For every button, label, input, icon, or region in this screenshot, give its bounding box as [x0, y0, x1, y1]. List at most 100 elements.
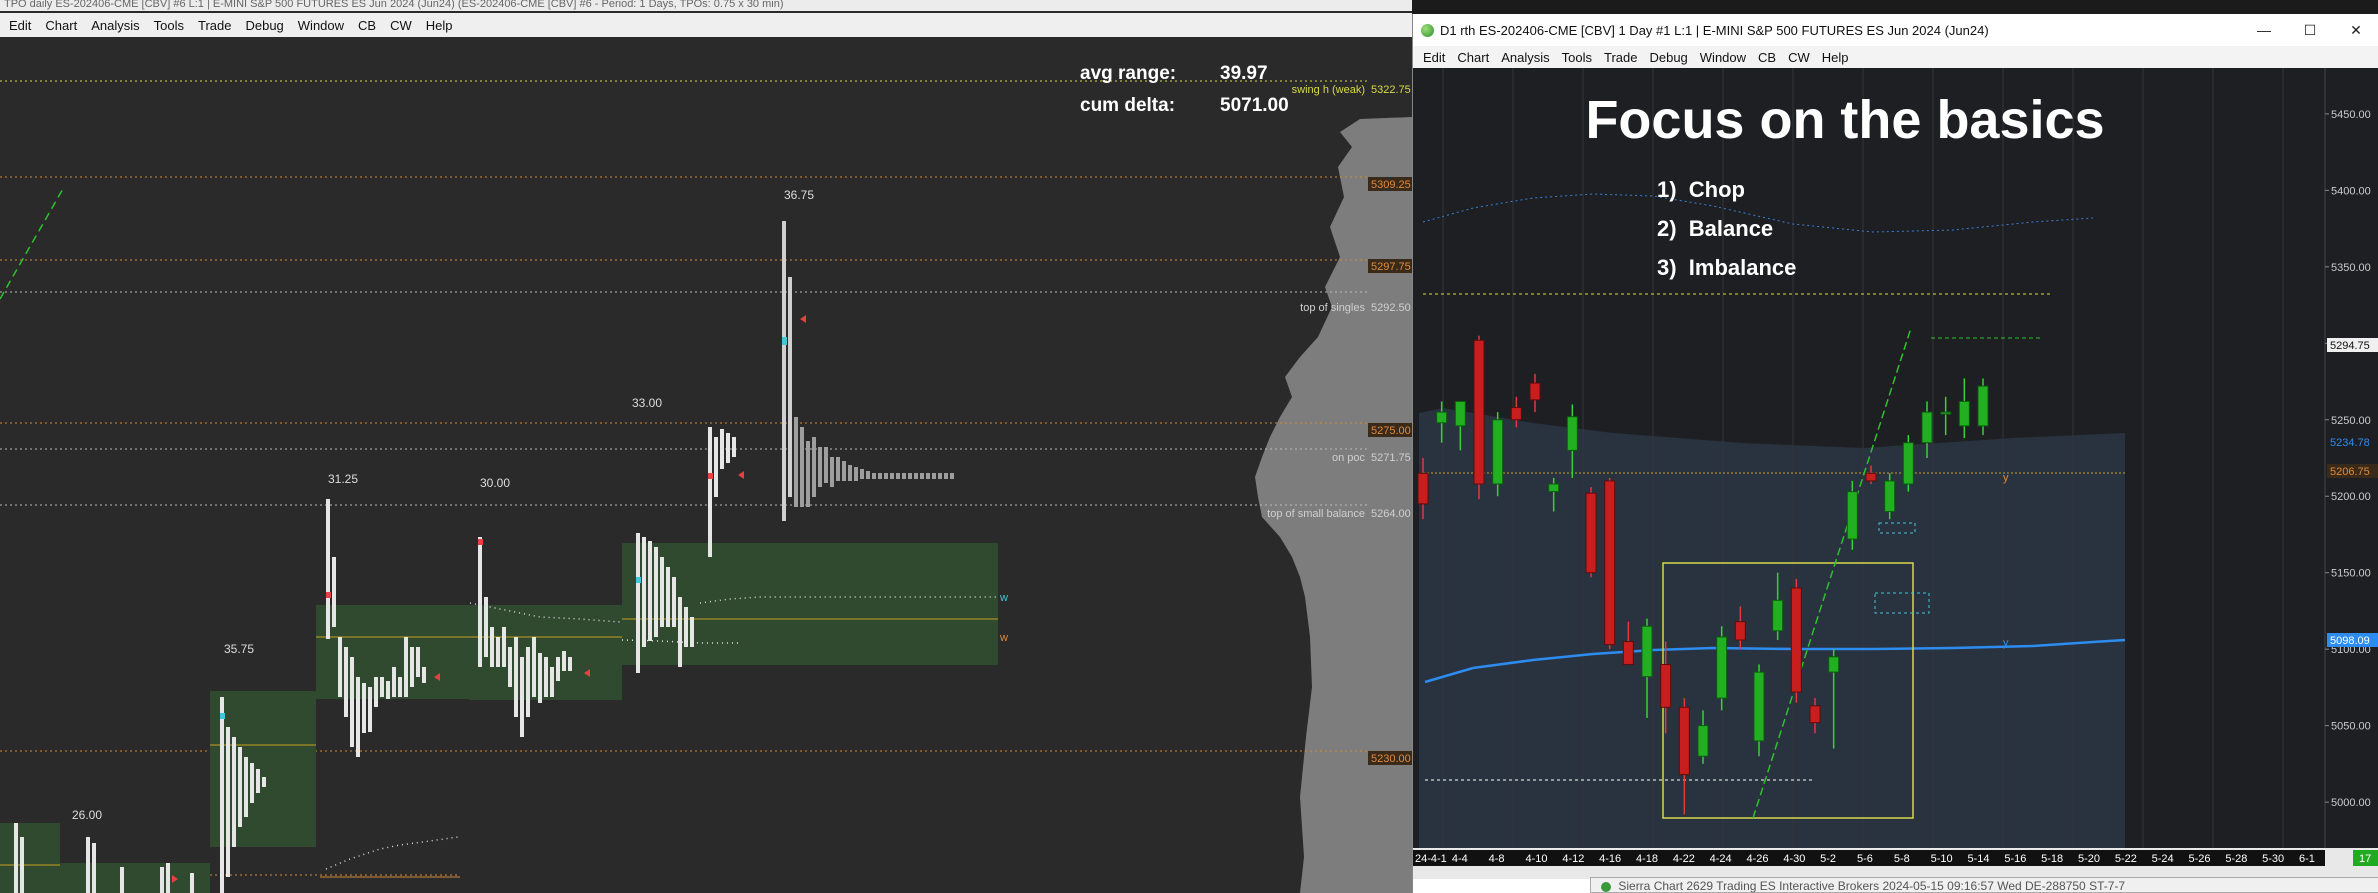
menu-tools[interactable]: Tools: [1556, 50, 1598, 65]
candle-body: [1473, 339, 1485, 485]
menu-analysis[interactable]: Analysis: [84, 18, 146, 33]
avg-range-label: avg range:: [1080, 63, 1176, 84]
date-axis-label: 4-18: [1636, 853, 1658, 865]
candle-body: [1902, 442, 1914, 485]
menu-chart[interactable]: Chart: [38, 18, 84, 33]
candle-body: [1809, 705, 1821, 724]
menu-chart[interactable]: Chart: [1451, 50, 1495, 65]
daily-window-titlebar: D1 rth ES-202406-CME [CBV] 1 Day #1 L:1 …: [1413, 14, 2378, 46]
level-mark: y: [2003, 637, 2009, 649]
menu-window[interactable]: Window: [1694, 50, 1752, 65]
date-axis-label: 4-12: [1562, 853, 1584, 865]
close-button[interactable]: ✕: [2333, 14, 2378, 46]
date-axis-label: 5-22: [2115, 853, 2137, 865]
date-axis-label: 4-8: [1489, 853, 1505, 865]
menu-debug[interactable]: Debug: [238, 18, 290, 33]
candle-body: [1921, 411, 1933, 444]
date-axis-label: 5-14: [1968, 853, 1990, 865]
background-window-tab[interactable]: Sierra Chart 2629 Trading ES Interactive…: [1590, 877, 2378, 893]
level-mark: y: [2003, 472, 2009, 484]
date-axis-label: 5-20: [2078, 853, 2100, 865]
date-axis-label: 5-30: [2262, 853, 2284, 865]
menu-window[interactable]: Window: [291, 18, 351, 33]
price-axis-label: 5450.00: [2331, 109, 2371, 121]
day-range-label: 36.75: [784, 188, 814, 202]
daily-candlestick-chart[interactable]: 5450.005400.005350.005300.005250.005200.…: [1413, 68, 2378, 879]
day-range-label: 33.00: [632, 396, 662, 410]
candle-body: [1585, 492, 1597, 574]
day-range-label: 26.00: [72, 808, 102, 822]
candle-body: [1865, 472, 1877, 482]
menu-tools[interactable]: Tools: [147, 18, 191, 33]
price-axis-label: 5250.00: [2331, 415, 2371, 427]
corner-badge: 17: [2359, 853, 2371, 865]
price-axis-label: 5200.00: [2331, 491, 2371, 503]
date-axis-label: 5-16: [2004, 853, 2026, 865]
candle-body: [1772, 599, 1784, 632]
w-marker: w: [999, 592, 1008, 604]
candle-body: [1436, 411, 1448, 424]
cum-delta-value: 5071.00: [1220, 95, 1289, 116]
list-item-imbalance: 3) Imbalance: [1657, 255, 1796, 280]
candle-body: [1716, 636, 1728, 699]
candle-body: [1641, 625, 1653, 678]
date-axis-label: 4-22: [1673, 853, 1695, 865]
tpo-menu-bar: Edit Chart Analysis Tools Trade Debug Wi…: [0, 13, 1412, 37]
date-axis-label: 4-30: [1783, 853, 1805, 865]
candle-body: [1828, 656, 1840, 673]
date-axis-label: 4-16: [1599, 853, 1621, 865]
day-range-label: 35.75: [224, 642, 254, 656]
date-axis-label: 4-26: [1747, 853, 1769, 865]
candle-body: [1697, 725, 1709, 757]
date-axis-label: 4-10: [1526, 853, 1548, 865]
tpo-chart-window: TPO daily ES-202406-CME [CBV] #6 L:1 | E…: [0, 0, 1412, 893]
list-item-chop: 1) Chop: [1657, 177, 1745, 202]
date-axis-label: 5-6: [1857, 853, 1873, 865]
date-axis-label: 5-10: [1931, 853, 1953, 865]
candle-body: [1417, 472, 1429, 505]
price-tag: 5230.00: [1371, 753, 1411, 765]
price-axis-label: 5050.00: [2331, 721, 2371, 733]
maximize-button[interactable]: ☐: [2287, 14, 2333, 46]
date-axis-label: 24-4-1: [1415, 853, 1447, 865]
menu-cb[interactable]: CB: [351, 18, 383, 33]
menu-cw[interactable]: CW: [1782, 50, 1816, 65]
menu-trade[interactable]: Trade: [1598, 50, 1643, 65]
menu-cw[interactable]: CW: [383, 18, 419, 33]
avg-range-value: 39.97: [1220, 63, 1268, 84]
candle-body: [1454, 400, 1466, 427]
menu-edit[interactable]: Edit: [2, 18, 38, 33]
price-tag: 5297.75: [1371, 261, 1411, 273]
date-axis-label: 5-2: [1820, 853, 1836, 865]
balance-shading: [1419, 408, 2125, 868]
menu-edit[interactable]: Edit: [1417, 50, 1451, 65]
candle-body: [1846, 491, 1858, 540]
menu-analysis[interactable]: Analysis: [1495, 50, 1555, 65]
candle-body: [1492, 419, 1504, 485]
price-axis-label: 5000.00: [2331, 797, 2371, 809]
candle-body: [1622, 641, 1634, 665]
date-axis-label: 5-24: [2152, 853, 2174, 865]
w-marker: w: [999, 632, 1008, 644]
price-tag-last: 5294.75: [2330, 340, 2370, 352]
top-of-singles-label: top of singles: [1300, 302, 1365, 314]
candle-body: [1940, 411, 1952, 415]
menu-trade[interactable]: Trade: [191, 18, 238, 33]
minimize-button[interactable]: —: [2241, 14, 2287, 46]
price-tag-ma: 5098.09: [2330, 635, 2370, 647]
menu-cb[interactable]: CB: [1752, 50, 1782, 65]
background-window-title: Sierra Chart 2629 Trading ES Interactive…: [1618, 879, 2126, 893]
menu-debug[interactable]: Debug: [1643, 50, 1693, 65]
candle-body: [1977, 385, 1989, 427]
desktop: TPO daily ES-202406-CME [CBV] #6 L:1 | E…: [0, 0, 2378, 893]
price-axis-label: 5400.00: [2331, 185, 2371, 197]
menu-help[interactable]: Help: [419, 18, 460, 33]
headline: Focus on the basics: [1585, 90, 2104, 150]
tpo-chart-area[interactable]: avg range: 39.97 cum delta: 5071.00 26.0…: [0, 37, 1412, 893]
price-tag: 5271.75: [1371, 452, 1411, 464]
menu-help[interactable]: Help: [1816, 50, 1855, 65]
price-tag-blue: 5234.78: [2330, 437, 2370, 449]
price-axis-label: 5150.00: [2331, 568, 2371, 580]
candle-body: [1884, 480, 1896, 513]
price-tag: 5292.50: [1371, 302, 1411, 314]
